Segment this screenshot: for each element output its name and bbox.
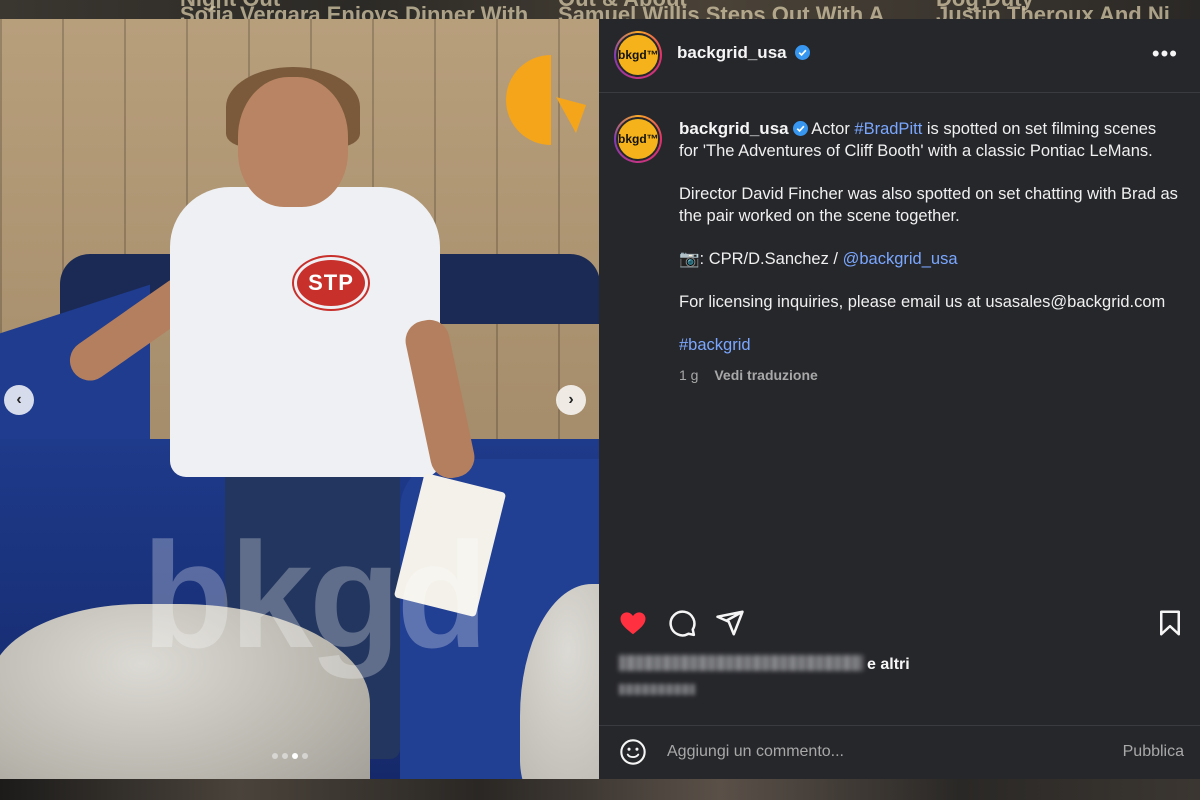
bg-headline: Justin Theroux And Ni	[936, 2, 1170, 20]
blurred-likers	[619, 655, 863, 671]
account-username[interactable]: backgrid_usa	[677, 43, 811, 63]
watermark: bkgd	[142, 511, 488, 679]
caption-username[interactable]: backgrid_usa	[679, 119, 789, 138]
avatar[interactable]: bkgd™	[614, 115, 662, 163]
background-feed-top: Night Out Sofia Vergara Enjoys Dinner Wi…	[0, 0, 1200, 20]
avatar-label: bkgd™	[616, 33, 660, 77]
bg-headline: Samuel Willis Steps Out With A	[558, 2, 885, 20]
share-icon[interactable]	[715, 608, 745, 638]
credit-text: 📷: CPR/D.Sanchez /	[679, 250, 839, 268]
account-username-text: backgrid_usa	[677, 43, 787, 62]
likes-suffix: e altri	[867, 656, 910, 673]
post-side-panel: bkgd™ backgrid_usa ••• bkgd™ backgrid_us…	[599, 19, 1200, 779]
bg-headline: Sofia Vergara Enjoys Dinner With	[180, 2, 529, 20]
post-time: 1 g	[679, 367, 699, 383]
carousel-indicator	[272, 753, 308, 759]
caption-meta: 1 g Vedi traduzione	[679, 364, 1179, 386]
bookmark-icon[interactable]	[1155, 608, 1185, 638]
publish-button[interactable]: Pubblica	[1123, 743, 1184, 761]
chevron-right-icon[interactable]: ›	[556, 385, 586, 415]
action-bar	[599, 604, 1200, 644]
comment-icon[interactable]	[667, 608, 697, 638]
caption-intro: Actor	[811, 120, 850, 138]
verified-badge-icon	[795, 45, 811, 60]
avatar[interactable]: bkgd™	[614, 31, 662, 79]
caption-paragraph: Director David Fincher was also spotted …	[679, 185, 1178, 225]
backgrid-logo-icon	[506, 55, 586, 145]
post-media[interactable]: STP bkgd ‹ ›	[0, 19, 599, 779]
caption-first-paragraph: backgrid_usa Actor #BradPitt is spotted …	[679, 118, 1179, 162]
blurred-date	[619, 684, 695, 695]
shirt-logo: STP	[294, 257, 368, 309]
hashtag-link[interactable]: #BradPitt	[854, 120, 922, 138]
comment-bar: Pubblica	[599, 725, 1200, 779]
caption-paragraph: For licensing inquiries, please email us…	[679, 293, 1166, 311]
more-options-icon[interactable]: •••	[1152, 41, 1178, 67]
caption-text: backgrid_usa Actor #BradPitt is spotted …	[679, 118, 1179, 386]
mention-link[interactable]: @backgrid_usa	[843, 250, 958, 268]
comment-input[interactable]	[667, 740, 1067, 764]
avatar-label: bkgd™	[616, 117, 660, 161]
chevron-left-icon[interactable]: ‹	[4, 385, 34, 415]
verified-badge-icon	[792, 121, 808, 136]
heart-icon[interactable]	[618, 608, 648, 638]
likes-summary[interactable]: e altri	[619, 655, 910, 674]
caption-credit: 📷: CPR/D.Sanchez / @backgrid_usa	[679, 248, 1179, 270]
background-feed-bottom	[0, 778, 1200, 800]
carousel-dot-active	[292, 753, 298, 759]
caption-hashtags: #backgrid	[679, 334, 1179, 356]
carousel-dot	[302, 753, 308, 759]
post-modal: STP bkgd ‹ › bkgd™ backgrid_usa ••• bkgd…	[0, 19, 1200, 779]
photo-shirt	[170, 187, 440, 477]
emoji-icon[interactable]	[619, 738, 647, 766]
hashtag-link[interactable]: #backgrid	[679, 336, 751, 354]
carousel-dot	[282, 753, 288, 759]
carousel-dot	[272, 753, 278, 759]
translate-link[interactable]: Vedi traduzione	[714, 367, 817, 383]
photo-head	[238, 77, 348, 207]
post-header: bkgd™ backgrid_usa •••	[599, 19, 1200, 93]
